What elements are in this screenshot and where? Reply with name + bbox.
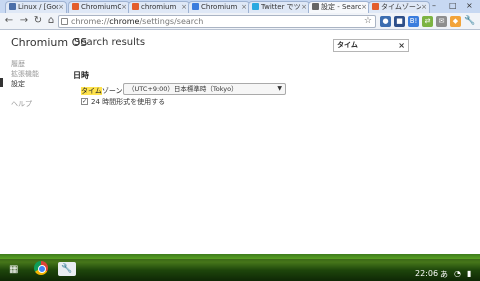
- 24-hour-checkbox-label: 24 時間形式を使用する: [91, 98, 166, 106]
- hatena-bookmark-icon[interactable]: B!: [408, 16, 419, 27]
- tab-label: Chromium: [201, 3, 238, 11]
- nav-item-settings[interactable]: 設定: [11, 79, 25, 89]
- extension-icon[interactable]: ●: [380, 16, 391, 27]
- app-launcher-icon[interactable]: ▦: [9, 264, 18, 275]
- favicon-icon: [252, 3, 259, 10]
- minimize-icon[interactable]: –: [432, 0, 436, 11]
- nav-item-history[interactable]: 履歴: [11, 59, 25, 69]
- timezone-label: タイムゾーン:: [81, 86, 125, 96]
- wrench-icon: [312, 3, 319, 10]
- page-title: Search results: [74, 37, 146, 48]
- nav-item-extensions[interactable]: 拡張機能: [11, 69, 39, 79]
- favicon-icon: [72, 3, 79, 10]
- close-window-icon[interactable]: ×: [466, 0, 473, 11]
- tab-label: タイムゾーン: [381, 3, 421, 11]
- extension-icon[interactable]: ◆: [450, 16, 461, 27]
- browser-toolbar: ← → ↻ ⌂ chrome://chrome/settings/search …: [0, 13, 480, 30]
- bookmark-star-icon[interactable]: ☆: [364, 16, 372, 27]
- nav-item-help[interactable]: ヘルプ: [11, 99, 32, 109]
- browser-tab-active[interactable]: 設定 - Search×: [308, 1, 370, 13]
- close-icon[interactable]: ×: [301, 2, 307, 13]
- browser-tab[interactable]: chromium ×: [128, 1, 190, 13]
- tab-label: chromium: [141, 3, 177, 11]
- back-icon[interactable]: ←: [3, 15, 15, 27]
- extension-icon[interactable]: ⇄: [422, 16, 433, 27]
- page-icon: [61, 18, 68, 25]
- section-title: 日時: [73, 71, 89, 80]
- close-icon[interactable]: ×: [58, 2, 64, 13]
- browser-tab[interactable]: Linux / [Goo ×: [5, 1, 67, 13]
- wrench-menu-icon[interactable]: 🔧: [464, 16, 475, 27]
- browser-tab[interactable]: Chromium ×: [188, 1, 250, 13]
- battery-icon[interactable]: ▮: [467, 269, 471, 278]
- browser-tab[interactable]: ChromiumO ×: [68, 1, 130, 13]
- wifi-icon[interactable]: ◔: [454, 269, 461, 278]
- favicon-icon: [372, 3, 379, 10]
- timezone-label-rest: ゾーン:: [101, 87, 125, 95]
- url-path: /settings/search: [139, 17, 204, 26]
- chrome-icon[interactable]: [34, 261, 48, 275]
- settings-search-input[interactable]: タイム ×: [333, 39, 409, 52]
- browser-tab[interactable]: Twitter でツイ×: [248, 1, 310, 13]
- mail-icon[interactable]: ✉: [436, 16, 447, 27]
- favicon-icon: [9, 3, 16, 10]
- clock[interactable]: 22:06: [415, 269, 438, 278]
- home-icon[interactable]: ⌂: [45, 15, 57, 27]
- search-highlight: タイム: [81, 87, 102, 95]
- tab-label: Twitter でツイ: [261, 3, 301, 11]
- reload-icon[interactable]: ↻: [32, 15, 44, 27]
- close-icon[interactable]: ×: [241, 2, 247, 13]
- browser-tab[interactable]: タイムゾーン ×: [368, 1, 430, 13]
- url-host: chrome: [109, 17, 140, 26]
- favicon-icon: [192, 3, 199, 10]
- tab-label: 設定 - Search: [321, 3, 361, 11]
- tab-label: ChromiumO: [81, 3, 121, 11]
- 24-hour-checkbox[interactable]: ✓: [81, 98, 88, 105]
- close-icon[interactable]: ×: [181, 2, 187, 13]
- timezone-select[interactable]: （UTC+9:00）日本標準時（Tokyo） ▼: [123, 83, 286, 95]
- address-bar[interactable]: chrome://chrome/settings/search ☆: [58, 15, 376, 28]
- extension-icon[interactable]: ■: [394, 16, 405, 27]
- clear-icon[interactable]: ×: [398, 40, 405, 51]
- search-value: タイム: [337, 41, 358, 49]
- timezone-value: （UTC+9:00）日本標準時（Tokyo）: [128, 85, 238, 93]
- maximize-icon[interactable]: □: [449, 0, 457, 11]
- url-scheme: chrome://: [71, 17, 110, 26]
- tab-strip: Linux / [Goo × ChromiumO × chromium × Chrom…: [0, 0, 480, 13]
- close-icon[interactable]: ×: [421, 2, 427, 13]
- settings-task-icon[interactable]: 🔧: [58, 262, 76, 276]
- dropdown-arrow-icon: ▼: [277, 85, 282, 92]
- favicon-icon: [132, 3, 139, 10]
- close-icon[interactable]: ×: [361, 2, 367, 13]
- ime-indicator[interactable]: あ: [440, 269, 448, 280]
- close-icon[interactable]: ×: [121, 2, 127, 13]
- nav-selection-indicator: [0, 78, 3, 87]
- forward-icon[interactable]: →: [18, 15, 30, 27]
- tab-label: Linux / [Goo: [18, 3, 58, 11]
